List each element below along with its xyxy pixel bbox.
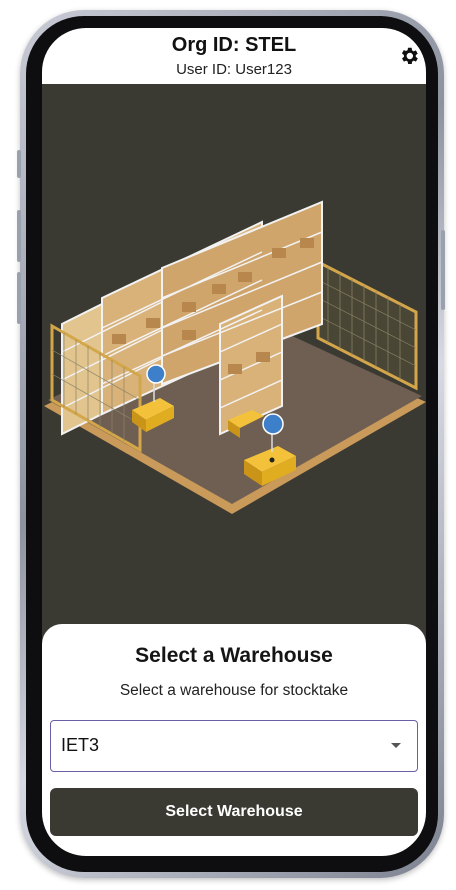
select-warehouse-button[interactable]: Select Warehouse xyxy=(50,788,418,836)
warehouse-illustration xyxy=(42,84,426,632)
warehouse-selection-card: Select a Warehouse Select a warehouse fo… xyxy=(42,624,426,856)
app-header: Org ID: STEL User ID: User123 xyxy=(42,28,426,84)
caret-down-icon xyxy=(391,743,401,748)
phone-side-button xyxy=(441,230,445,310)
card-subtitle: Select a warehouse for stocktake xyxy=(119,682,349,699)
warehouse-dropdown[interactable]: IET3 xyxy=(50,720,418,772)
app-screen: Org ID: STEL User ID: User123 Select a W… xyxy=(42,28,426,856)
selected-warehouse: IET3 xyxy=(61,735,100,755)
phone-side-button xyxy=(17,210,21,262)
card-title: Select a Warehouse xyxy=(135,644,333,667)
user-id-label: User ID: User123 xyxy=(176,61,292,78)
org-id-label: Org ID: STEL xyxy=(171,34,297,56)
phone-side-button xyxy=(17,272,21,324)
gear-icon[interactable] xyxy=(398,45,420,67)
phone-side-button xyxy=(17,150,21,178)
